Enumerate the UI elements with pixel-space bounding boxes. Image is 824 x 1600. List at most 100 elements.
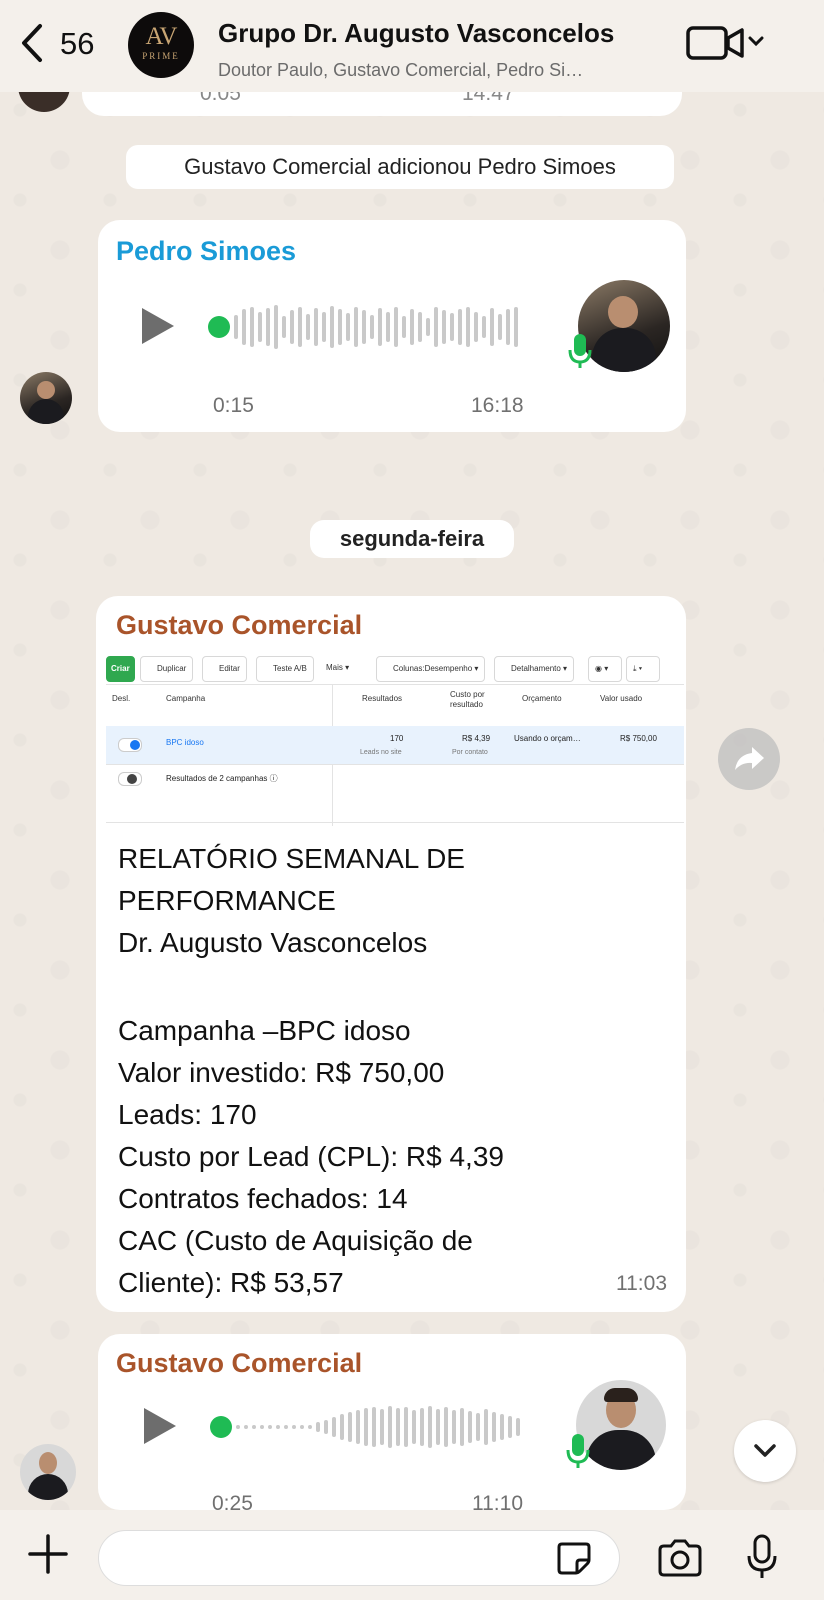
waveform-bar — [394, 307, 398, 347]
report-line: Dr. Augusto Vasconcelos — [118, 927, 428, 958]
video-call-icon[interactable] — [686, 22, 766, 62]
waveform-bar — [260, 1425, 264, 1429]
voice-message-bubble[interactable]: Gustavo Comercial 0:25 11:10 — [98, 1334, 686, 1515]
system-message: Gustavo Comercial adicionou Pedro Simoes — [126, 145, 674, 189]
waveform-bar — [252, 1425, 256, 1429]
waveform-bar — [266, 308, 270, 346]
waveform-bar — [322, 312, 326, 342]
waveform-bar — [450, 313, 454, 341]
group-avatar-logo-sub: PRIME — [142, 51, 180, 61]
waveform-bar — [410, 309, 414, 345]
edit-button: Editar — [202, 656, 247, 682]
column-header: Desl. — [112, 694, 131, 703]
group-title[interactable]: Grupo Dr. Augusto Vasconcelos — [218, 18, 614, 49]
sticker-icon[interactable] — [556, 1540, 592, 1576]
chat-header: 56 AV PRIME Grupo Dr. Augusto Vasconcelo… — [0, 0, 824, 92]
waveform-bar — [428, 1406, 432, 1448]
waveform-bar — [234, 315, 238, 339]
waveform-bar — [290, 310, 294, 344]
forward-button[interactable] — [718, 728, 780, 790]
table-cell: Resultados de 2 campanhas ⓘ — [166, 774, 278, 783]
report-line: Contratos fechados: 14 — [118, 1183, 408, 1214]
sender-name[interactable]: Pedro Simoes — [116, 236, 296, 267]
waveform-bar — [314, 308, 318, 346]
waveform-bar — [442, 310, 446, 344]
waveform-bar — [250, 307, 254, 347]
table-cell: BPC idoso — [166, 738, 204, 747]
waveform-bar — [466, 307, 470, 347]
playback-scrubber[interactable] — [208, 316, 230, 338]
waveform-bar — [354, 307, 358, 347]
duplicate-button: Duplicar — [140, 656, 194, 682]
report-line: PERFORMANCE — [118, 885, 336, 916]
table-cell: 170 — [390, 734, 404, 743]
play-icon[interactable] — [144, 1408, 176, 1444]
report-line: Campanha –BPC idoso — [118, 1015, 411, 1046]
waveform-bar — [340, 1414, 344, 1440]
waveform-bar — [402, 316, 406, 338]
group-avatar-logo-text: AV — [145, 23, 178, 50]
waveform-bar — [476, 1413, 480, 1441]
waveform-bar — [276, 1425, 280, 1429]
waveform-bar — [308, 1425, 312, 1429]
playback-scrubber[interactable] — [210, 1416, 232, 1438]
avatar[interactable] — [20, 1444, 76, 1500]
waveform-bar — [242, 309, 246, 345]
waveform-bar — [298, 307, 302, 347]
sender-name[interactable]: Gustavo Comercial — [116, 1348, 362, 1379]
back-chevron-icon[interactable] — [18, 22, 46, 64]
avatar[interactable] — [20, 372, 72, 424]
group-members[interactable]: Doutor Paulo, Gustavo Comercial, Pedro S… — [218, 60, 583, 81]
waveform-bar — [388, 1406, 392, 1448]
waveform[interactable] — [236, 1404, 520, 1450]
table-cell: R$ 750,00 — [620, 734, 657, 743]
waveform-bar — [346, 313, 350, 341]
column-header: Orçamento — [522, 694, 562, 703]
mic-icon[interactable] — [746, 1534, 778, 1580]
report-line: Cliente): R$ 53,57 — [118, 1267, 344, 1298]
message-input-bar — [0, 1510, 824, 1600]
message-input[interactable] — [98, 1530, 620, 1586]
table-cell: Usando o orçam… — [514, 734, 581, 743]
table-divider — [106, 684, 684, 685]
ads-manager-screenshot[interactable]: Criar Duplicar Editar Teste A/B Mais ▾ C… — [106, 654, 684, 830]
waveform[interactable] — [234, 304, 518, 350]
ads-toolbar: Criar Duplicar Editar Teste A/B Mais ▾ C… — [106, 654, 684, 684]
waveform-bar — [316, 1422, 320, 1432]
campaign-toggle — [118, 738, 142, 752]
waveform-bar — [236, 1425, 240, 1429]
column-header: Custo por resultado — [450, 690, 485, 709]
waveform-bar — [490, 308, 494, 346]
waveform-bar — [434, 307, 438, 347]
waveform-bar — [292, 1425, 296, 1429]
waveform-bar — [386, 312, 390, 342]
scroll-down-button[interactable] — [734, 1420, 796, 1482]
more-button: Mais ▾ — [320, 656, 356, 680]
waveform-bar — [364, 1408, 368, 1446]
waveform-bar — [370, 315, 374, 339]
waveform-bar — [418, 312, 422, 342]
chevron-down-icon — [754, 1444, 776, 1457]
camera-icon[interactable] — [656, 1538, 704, 1578]
waveform-bar — [330, 306, 334, 348]
columns-dropdown: Colunas:Desempenho ▾ — [376, 656, 486, 682]
column-header: Valor usado — [600, 694, 643, 703]
waveform-bar — [474, 312, 478, 342]
waveform-bar — [324, 1420, 328, 1434]
plus-icon[interactable] — [28, 1534, 68, 1574]
waveform-bar — [268, 1425, 272, 1429]
waveform-bar — [380, 1409, 384, 1445]
sender-name[interactable]: Gustavo Comercial — [116, 610, 362, 641]
message-time: 16:18 — [471, 394, 524, 417]
voice-message-bubble[interactable]: Pedro Simoes 0:15 16:18 — [98, 220, 686, 432]
report-text: RELATÓRIO SEMANAL DE PERFORMANCE Dr. Aug… — [118, 838, 638, 1304]
unread-count[interactable]: 56 — [60, 26, 94, 62]
play-icon[interactable] — [142, 308, 174, 344]
report-line: RELATÓRIO SEMANAL DE — [118, 843, 465, 874]
waveform-bar — [436, 1409, 440, 1445]
mic-icon — [566, 1434, 590, 1468]
campaign-toggle — [118, 772, 142, 786]
waveform-bar — [396, 1408, 400, 1446]
waveform-bar — [284, 1425, 288, 1429]
group-avatar[interactable]: AV PRIME — [128, 12, 194, 78]
